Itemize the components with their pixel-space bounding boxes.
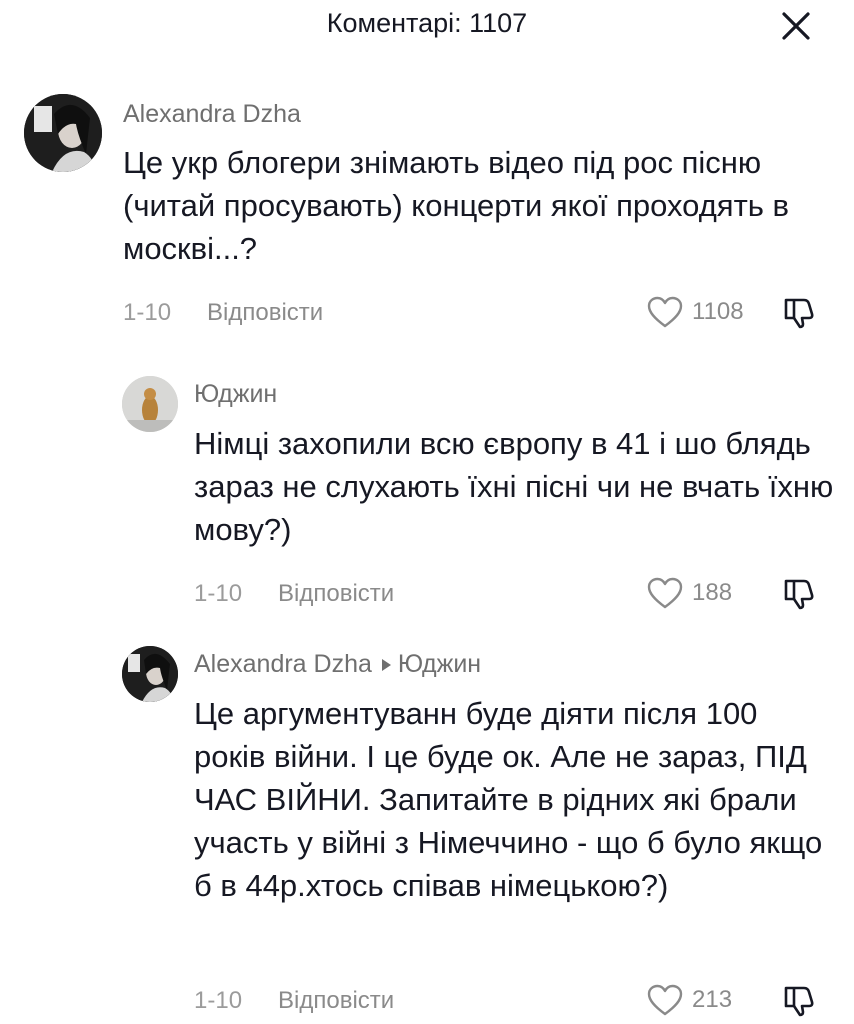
thumbs-down-icon [784,298,814,329]
close-icon [782,12,810,40]
comment-date: 1-10 [123,299,172,326]
comment-date: 1-10 [194,987,243,1014]
comment-date: 1-10 [194,580,243,607]
comment-author-line: Alexandra Dzha Юджин [194,650,481,679]
comment-text: Це укр блогери знімають відео під рос пі… [123,145,790,266]
close-button[interactable] [778,8,814,44]
reply-comment-item: Alexandra Dzha Юджин Це аргументуванн буд… [0,640,854,1024]
heart-outline-icon [647,577,683,609]
reply-button[interactable]: Відповісти [278,580,394,608]
reply-button[interactable]: Відповісти [278,987,394,1015]
like-button[interactable]: 1108 [646,295,744,329]
like-button[interactable]: 213 [646,983,732,1017]
comment-text: Це аргументуванн буде діяти після 100 ро… [194,696,823,903]
like-count: 1108 [692,298,744,325]
thumbs-down-icon [784,579,814,610]
comments-header: Коментарі: 1107 [0,0,854,56]
comment-author[interactable]: Alexandra Dzha [194,650,372,678]
comment-author[interactable]: Alexandra Dzha [123,100,301,129]
avatar[interactable] [122,376,178,432]
reply-comment-item: Юджин Німці захопили всю європу в 41 і ш… [0,370,854,630]
like-button[interactable]: 188 [646,576,732,610]
dislike-button[interactable] [782,294,818,330]
comment-author[interactable]: Юджин [194,380,277,409]
reply-button[interactable]: Відповісти [207,299,323,327]
triangle-right-icon [381,659,391,672]
like-count: 213 [692,986,733,1013]
avatar[interactable] [24,94,102,172]
like-count: 188 [692,579,733,606]
comments-count-title: Коментарі: 1107 [326,8,528,38]
avatar[interactable] [122,646,178,702]
heart-outline-icon [647,984,683,1016]
dislike-button[interactable] [782,982,818,1018]
comment-item: Alexandra Dzha Це укр блогери знімають в… [0,90,854,340]
dislike-button[interactable] [782,575,818,611]
reply-to-author[interactable]: Юджин [398,650,481,678]
heart-outline-icon [647,296,683,328]
thumbs-down-icon [784,986,814,1017]
comment-text: Німці захопили всю європу в 41 і шо бляд… [194,426,834,547]
